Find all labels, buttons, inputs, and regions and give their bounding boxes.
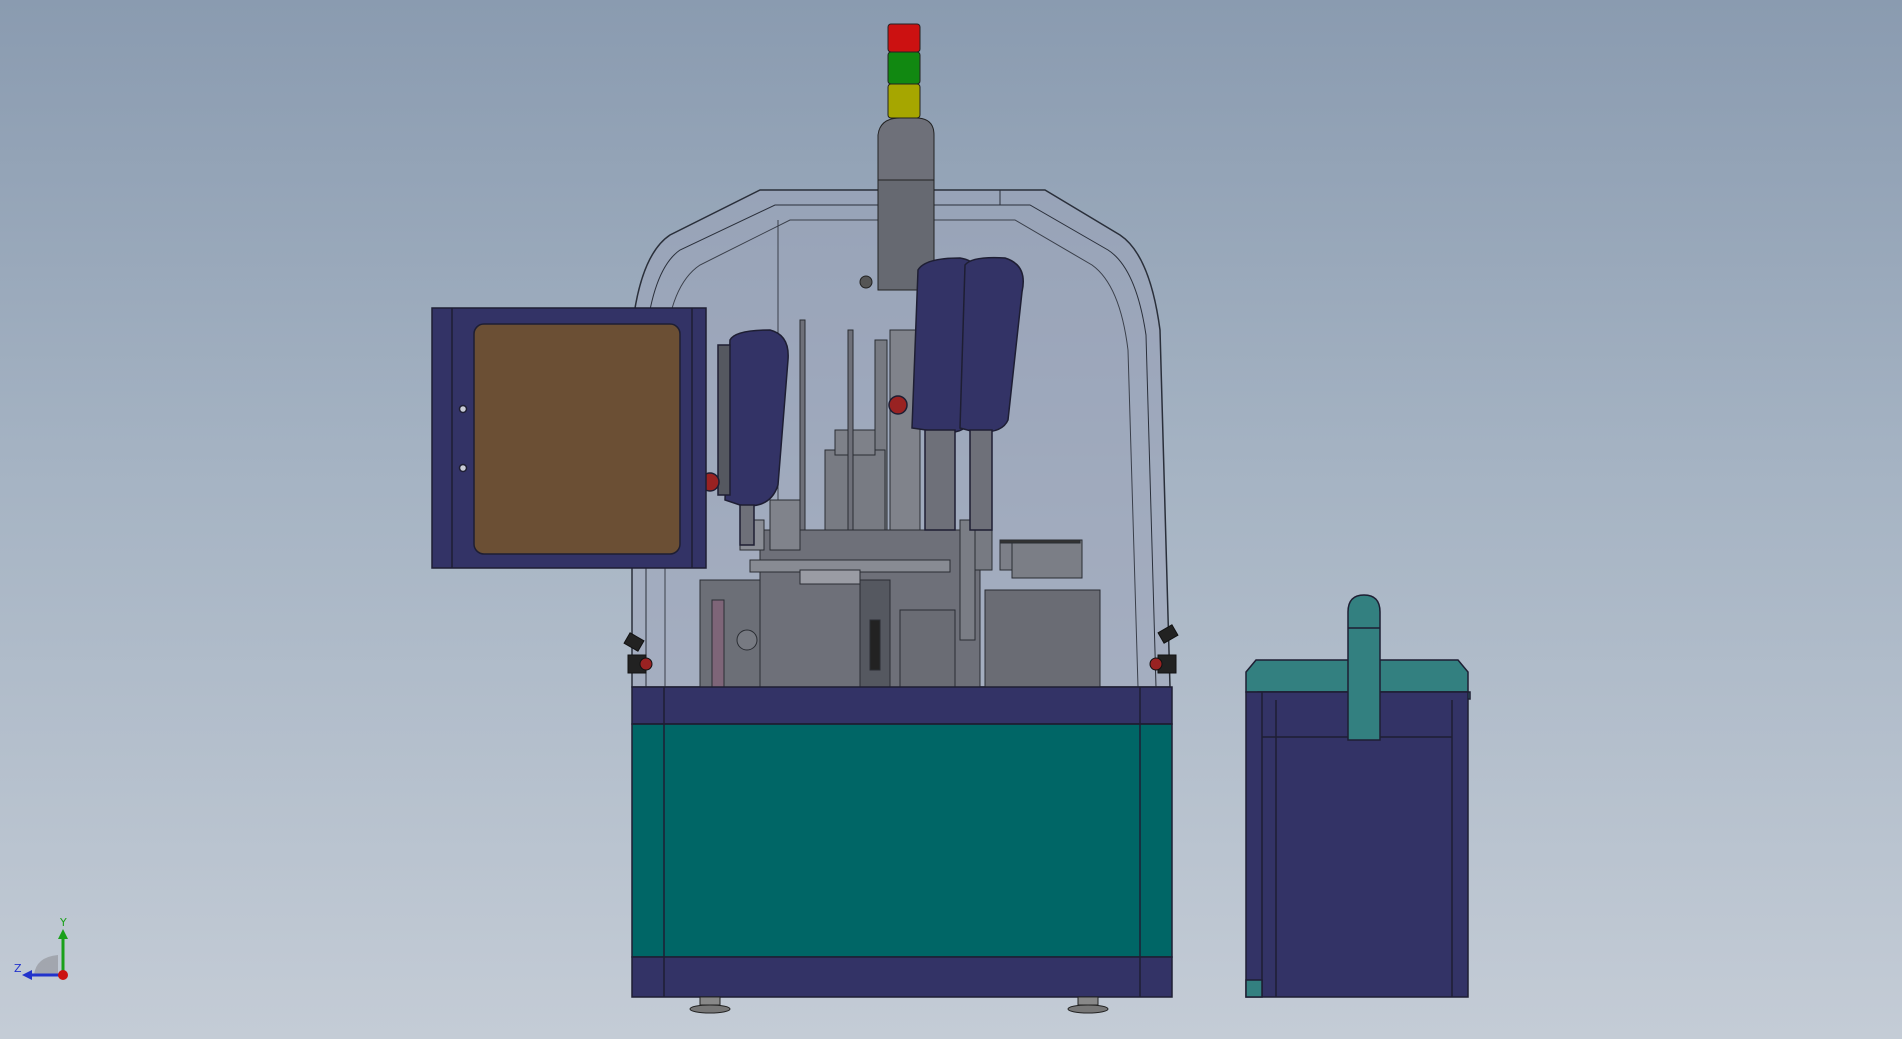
stack-light-yellow-segment <box>887 83 921 119</box>
base-bottom-rail <box>631 956 1173 998</box>
door-hinge-top <box>458 404 468 414</box>
stack-light-red-segment <box>887 23 921 53</box>
door-window <box>473 323 681 555</box>
leveling-feet <box>689 996 1109 1014</box>
base-front-panel <box>631 723 1173 958</box>
orientation-triad[interactable]: Y Z <box>12 915 82 985</box>
open-door[interactable] <box>431 307 707 569</box>
stack-light[interactable] <box>887 23 921 119</box>
door-hinge-bottom <box>458 463 468 473</box>
triad-plane <box>34 955 58 975</box>
triad-y-arrow <box>58 929 68 939</box>
base-top-rail <box>631 686 1173 725</box>
triad-y-label: Y <box>59 916 67 929</box>
stack-light-green-segment <box>887 51 921 85</box>
aux-vent-pipe[interactable] <box>1347 594 1381 741</box>
cad-model-view[interactable] <box>0 0 1902 1039</box>
triad-z-label: Z <box>14 962 22 975</box>
triad-z-arrow <box>22 970 32 980</box>
triad-x-axis-dot <box>58 970 68 980</box>
graphics-viewport[interactable]: Y Z <box>0 0 1902 1039</box>
base-cabinet[interactable] <box>631 686 1173 998</box>
